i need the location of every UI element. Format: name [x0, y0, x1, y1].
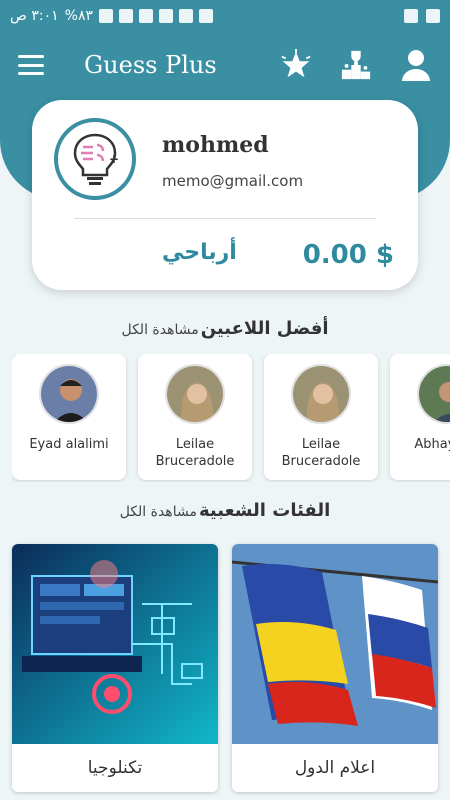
- top-players-list: Eyad alalimi Leilae Bruceradole Leilae B…: [12, 354, 450, 482]
- player-name: Leilae Bruceradole: [155, 437, 235, 469]
- app-bar: Guess Plus: [0, 32, 450, 98]
- avatar: [39, 364, 99, 424]
- avatar: [165, 364, 225, 424]
- player-name: Abhay Sin: [414, 437, 450, 452]
- add-person-icon: [426, 9, 440, 23]
- user-email: memo@gmail.com: [162, 172, 304, 190]
- gallery-icon: [404, 9, 418, 23]
- alarm-icon: [179, 9, 194, 23]
- earnings-label[interactable]: أرباحي: [162, 240, 237, 265]
- person-icon[interactable]: [400, 49, 432, 81]
- status-bar: ٣:٠١ ص %٨٣: [0, 0, 450, 32]
- brain-bulb-logo: +: [54, 118, 136, 200]
- sim-icon: [139, 9, 154, 23]
- categories-see-all[interactable]: مشاهدة الكل: [120, 504, 197, 520]
- profile-card: + mohmed memo@gmail.com أرباحي 0.00 $: [32, 100, 418, 290]
- category-card-flags[interactable]: اعلام الدول: [232, 544, 438, 792]
- menu-icon[interactable]: [18, 55, 44, 75]
- player-name: Eyad alalimi: [29, 437, 109, 452]
- clock: ٣:٠١ ص: [10, 8, 59, 24]
- avatar: [417, 364, 450, 424]
- balance-amount: 0.00 $: [302, 240, 394, 270]
- star-burst-icon[interactable]: [280, 49, 312, 81]
- player-card[interactable]: Leilae Bruceradole: [264, 354, 378, 480]
- divider: [74, 218, 376, 219]
- categories-header: الفئات الشعبية مشاهدة الكل: [0, 500, 450, 521]
- battery-icon: [99, 9, 114, 23]
- player-name: Leilae Bruceradole: [281, 437, 361, 469]
- player-card[interactable]: Abhay Sin: [390, 354, 450, 480]
- mute-icon: [199, 9, 214, 23]
- flags-image: [232, 544, 438, 744]
- trophy-podium-icon[interactable]: [340, 49, 372, 81]
- avatar: [291, 364, 351, 424]
- category-label: تكنلوجيا: [87, 758, 143, 778]
- wifi-icon: [159, 9, 174, 23]
- category-label: اعلام الدول: [294, 758, 376, 778]
- svg-text:+: +: [109, 152, 119, 166]
- top-players-title: أفضل اللاعبين: [200, 318, 329, 339]
- player-card[interactable]: Eyad alalimi: [12, 354, 126, 480]
- top-players-see-all[interactable]: مشاهدة الكل: [121, 322, 198, 338]
- player-card[interactable]: Leilae Bruceradole: [138, 354, 252, 480]
- technology-image: [12, 544, 218, 744]
- user-name: mohmed: [162, 132, 269, 158]
- category-card-technology[interactable]: تكنلوجيا: [12, 544, 218, 792]
- battery-percent: %٨٣: [64, 8, 94, 24]
- app-title: Guess Plus: [84, 51, 217, 79]
- categories-title: الفئات الشعبية: [198, 500, 331, 521]
- top-players-header: أفضل اللاعبين مشاهدة الكل: [0, 318, 450, 339]
- signal-icon: [119, 9, 134, 23]
